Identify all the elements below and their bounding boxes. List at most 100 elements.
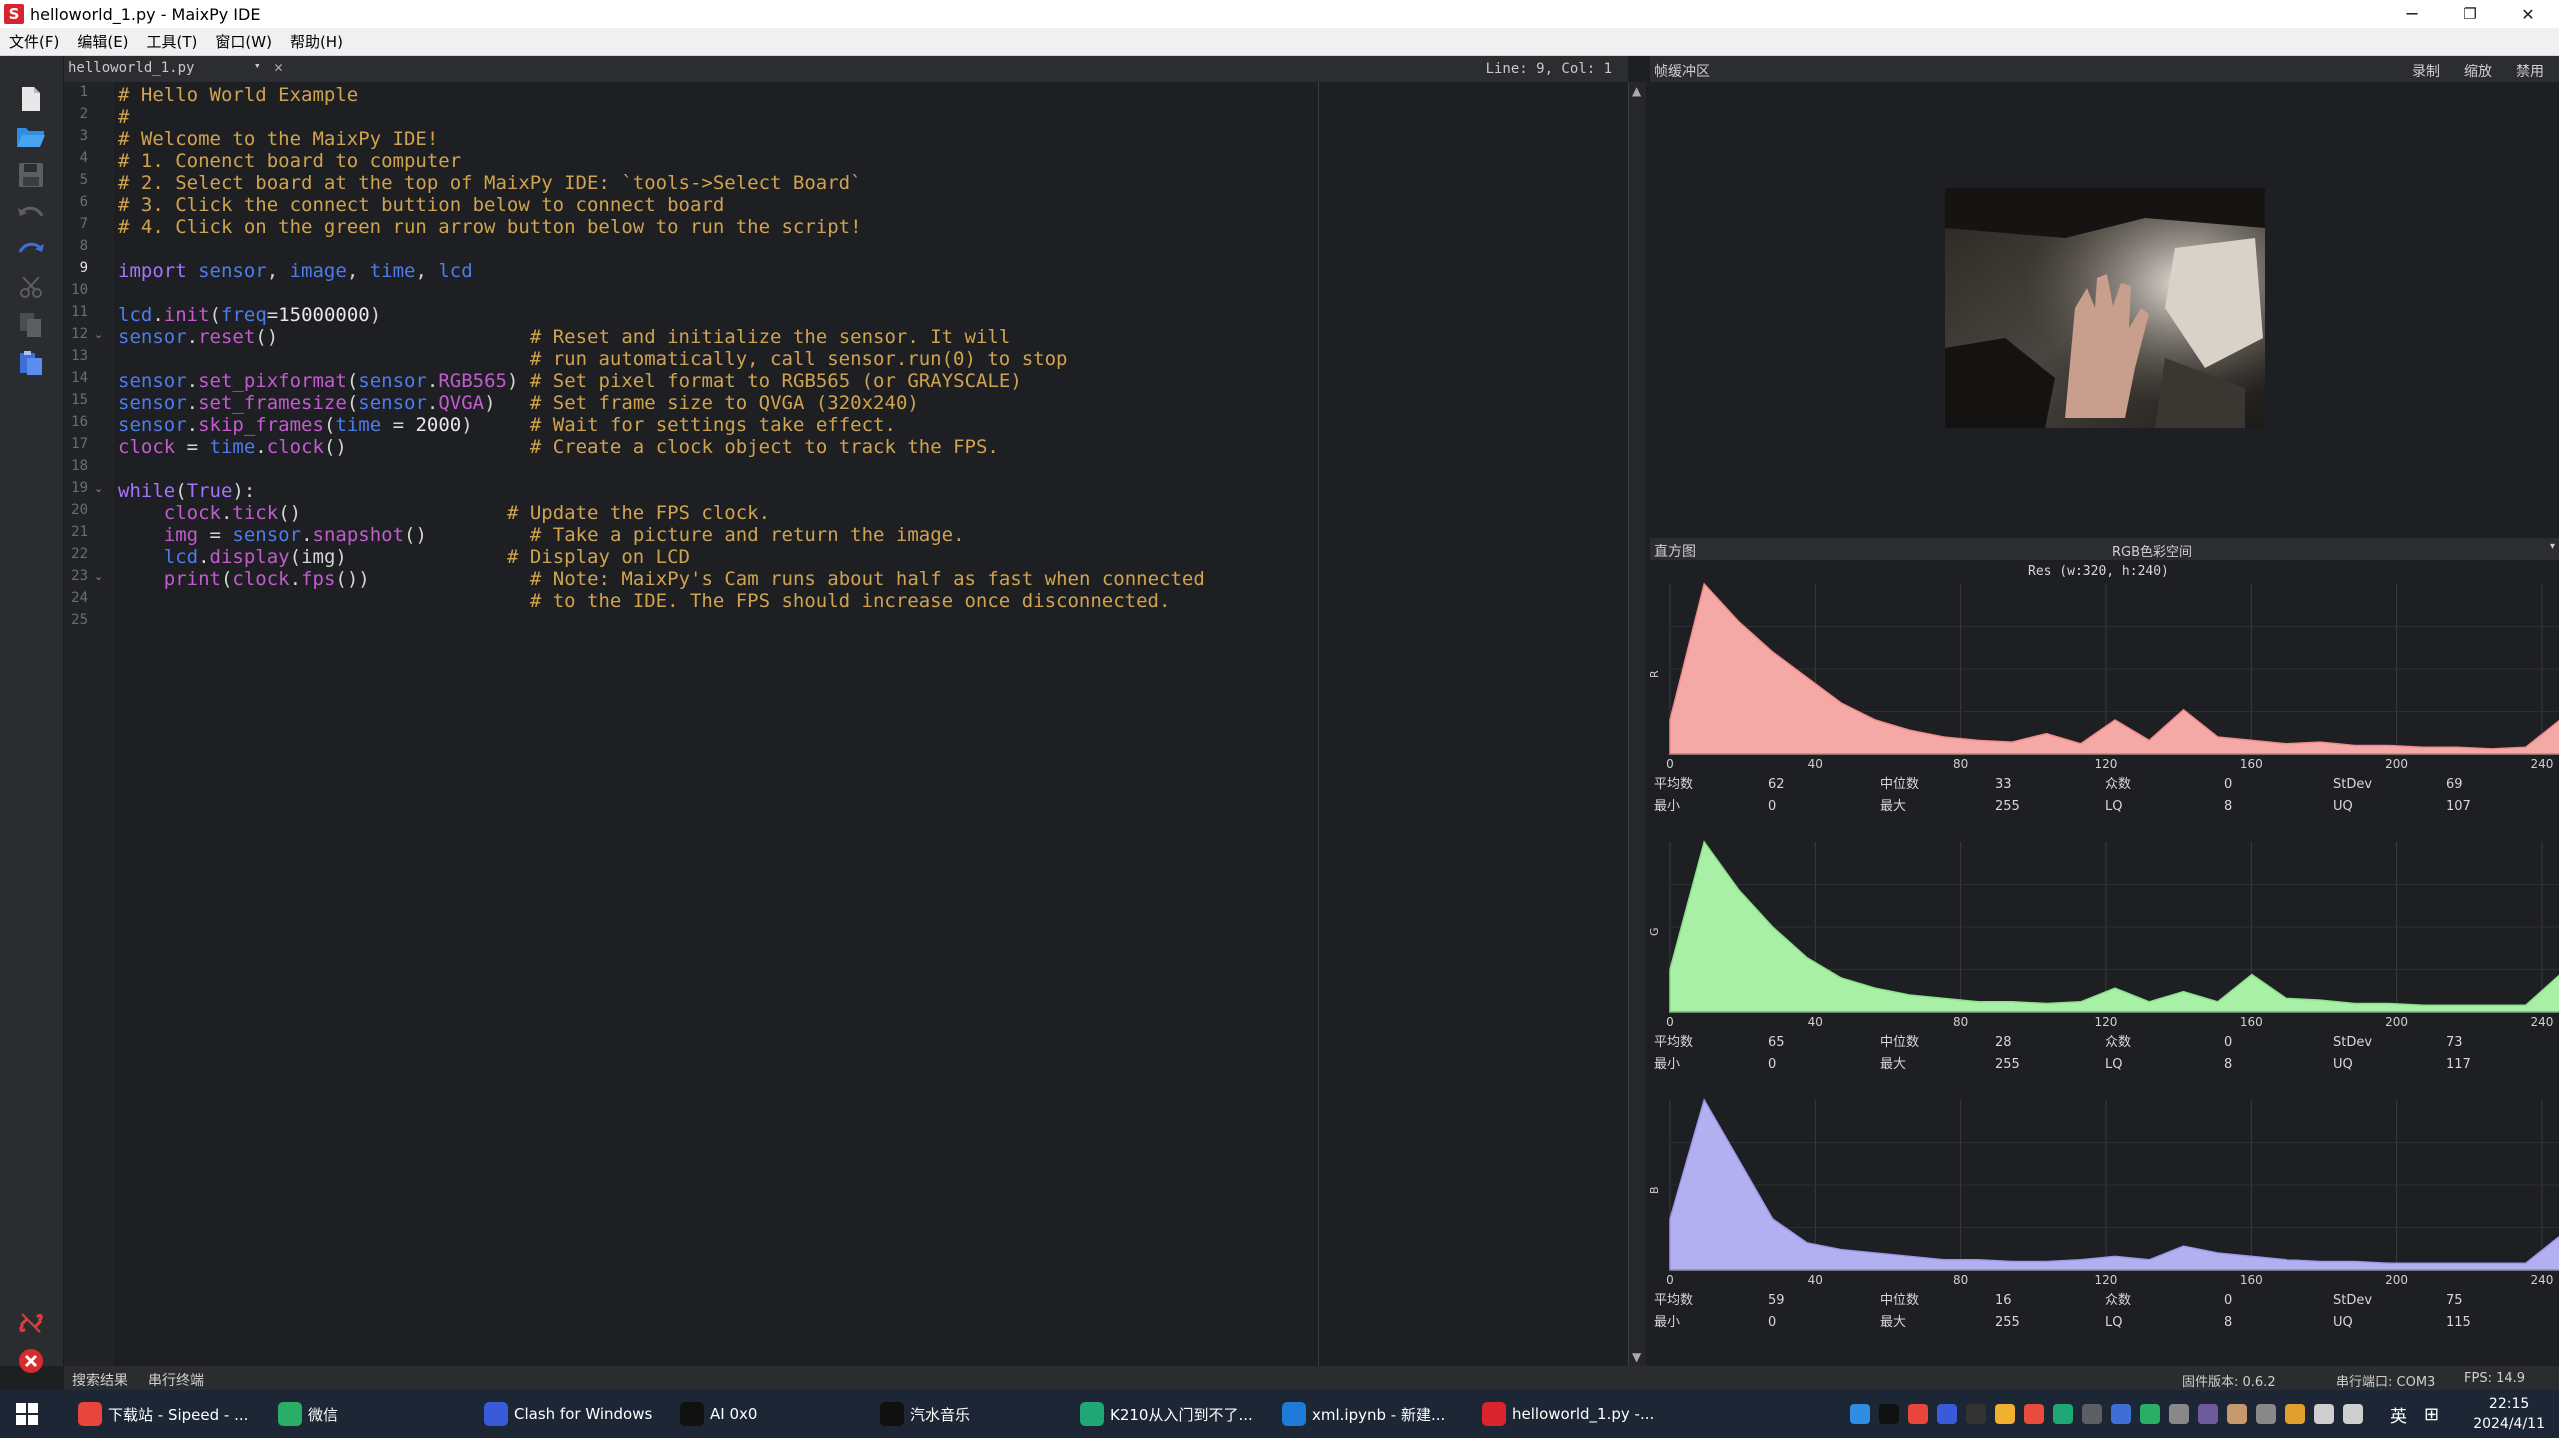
- fold-toggle-icon[interactable]: ⌄: [94, 482, 103, 495]
- taskbar-item[interactable]: 微信: [278, 1390, 338, 1438]
- tab-helloworld[interactable]: helloworld_1.py: [68, 60, 194, 76]
- undo-icon[interactable]: [14, 196, 48, 230]
- fold-toggle-icon[interactable]: ⌄: [94, 328, 103, 341]
- disable-button[interactable]: 禁用: [2516, 61, 2544, 81]
- histogram-axis-label: G: [1650, 927, 1661, 936]
- new-file-icon[interactable]: [14, 82, 48, 116]
- stat-value-uq: 115: [2446, 1315, 2471, 1330]
- line-number: 7: [79, 216, 88, 232]
- stop-icon[interactable]: [14, 1344, 48, 1378]
- window-icon[interactable]: [2082, 1404, 2102, 1424]
- code-token: display: [209, 546, 290, 568]
- wechat-tray-icon[interactable]: [2140, 1404, 2160, 1424]
- code-editor[interactable]: # Hello World Example # # Welcome to the M…: [114, 82, 1628, 1366]
- scroll-down-icon[interactable]: ▼: [1632, 1350, 1641, 1364]
- taskbar-item[interactable]: K210从入门到不了...: [1080, 1390, 1253, 1438]
- app-tray-icon[interactable]: [1966, 1404, 1986, 1424]
- cut-icon[interactable]: [14, 270, 48, 304]
- line-number-gutter: 1 2 3 4 5 6 7 8 9 10 11 12 13 14 15 16 17 18 19 20 21 22 23 24 2…: [64, 82, 114, 1366]
- code-token: fps: [301, 568, 336, 590]
- scroll-up-icon[interactable]: ▲: [1632, 84, 1641, 98]
- code-token: lcd: [438, 260, 473, 282]
- x-tick-label: 240: [2530, 757, 2553, 771]
- blue-app-icon[interactable]: [2111, 1404, 2131, 1424]
- editor-scrollbar[interactable]: ▲ ▼: [1628, 82, 1646, 1366]
- stat-value-lq: 8: [2224, 1315, 2232, 1330]
- line-number: 6: [79, 194, 88, 210]
- close-button[interactable]: ✕: [2500, 0, 2556, 28]
- line-number: 12: [71, 326, 88, 342]
- minimize-button[interactable]: ─: [2384, 0, 2440, 28]
- code-token: lcd: [163, 546, 199, 568]
- taskbar-item[interactable]: 汽水音乐: [880, 1390, 970, 1438]
- speaker-icon[interactable]: [2285, 1404, 2305, 1424]
- open-folder-icon[interactable]: [14, 120, 48, 154]
- stat-label-mode: 众数: [2105, 777, 2131, 792]
- display-icon[interactable]: [2256, 1404, 2276, 1424]
- code-token: image: [289, 260, 347, 282]
- code-line: clock.tick() # Update the FPS clock.: [118, 502, 770, 524]
- zoom-button[interactable]: 缩放: [2464, 61, 2492, 81]
- battery-icon[interactable]: [2314, 1404, 2334, 1424]
- left-toolbar: [0, 56, 64, 1373]
- stat-label-uq: UQ: [2333, 1315, 2353, 1330]
- menu-help[interactable]: 帮助(H): [281, 31, 352, 52]
- taskbar-item[interactable]: AI 0x0: [680, 1390, 757, 1438]
- clash-icon: [484, 1402, 508, 1426]
- editor-tab-bar: helloworld_1.py ▾ ✕ Line: 9, Col: 1: [64, 56, 1628, 82]
- stat-value-mode: 0: [2224, 1035, 2232, 1050]
- shield-icon[interactable]: [1995, 1404, 2015, 1424]
- firmware-version: 固件版本: 0.6.2: [2182, 1375, 2276, 1390]
- x-tick-label: 0: [1666, 1015, 1674, 1029]
- taskbar-item[interactable]: helloworld_1.py -...: [1482, 1390, 1654, 1438]
- menu-edit[interactable]: 编辑(E): [68, 31, 137, 52]
- system-clock[interactable]: 22:15 2024/4/11: [2473, 1394, 2545, 1434]
- tab-close-icon[interactable]: ✕: [274, 58, 283, 76]
- tab-dropdown-icon[interactable]: ▾: [254, 59, 261, 72]
- code-token: sensor: [232, 524, 302, 546]
- app-icon[interactable]: [2198, 1404, 2218, 1424]
- code-token: True: [186, 480, 233, 502]
- color-space-dropdown-icon[interactable]: ▾: [2550, 541, 2555, 552]
- code-line: print(clock.fps()) # Note: MaixPy's Cam …: [118, 568, 1205, 590]
- chrome-tray-icon[interactable]: [1908, 1404, 1928, 1424]
- code-token: set_pixformat: [198, 370, 347, 392]
- search-results-tab[interactable]: 搜索结果: [72, 1370, 128, 1390]
- line-number: 22: [71, 546, 88, 562]
- taskbar-item[interactable]: xml.ipynb - 新建...: [1282, 1390, 1445, 1438]
- music-tray-icon[interactable]: [1879, 1404, 1899, 1424]
- game-icon[interactable]: [2227, 1404, 2247, 1424]
- volume-icon[interactable]: [2343, 1404, 2363, 1424]
- taskbar-item[interactable]: Clash for Windows: [484, 1390, 652, 1438]
- code-token: =: [198, 524, 233, 546]
- onedrive-icon[interactable]: [1850, 1404, 1870, 1424]
- stat-label-max: 最大: [1880, 1057, 1906, 1072]
- settings-icon[interactable]: [2169, 1404, 2189, 1424]
- photos-icon[interactable]: [2024, 1404, 2044, 1424]
- menu-file[interactable]: 文件(F): [0, 31, 68, 52]
- ime-indicator[interactable]: 英: [2390, 1390, 2407, 1438]
- code-token: RGB565: [438, 370, 507, 392]
- menu-window[interactable]: 窗口(W): [206, 31, 281, 52]
- start-button[interactable]: [16, 1390, 38, 1438]
- redo-icon[interactable]: [14, 232, 48, 266]
- save-icon[interactable]: [14, 158, 48, 192]
- record-button[interactable]: 录制: [2412, 61, 2440, 81]
- paste-icon[interactable]: [14, 346, 48, 380]
- code-token: ): [461, 414, 530, 436]
- maximize-button[interactable]: ❐: [2442, 0, 2498, 28]
- code-token: time: [209, 436, 256, 458]
- copy-icon[interactable]: [14, 308, 48, 342]
- code-token: ): [507, 370, 530, 392]
- security-icon[interactable]: [1937, 1404, 1957, 1424]
- code-token: ): [484, 392, 530, 414]
- serial-terminal-tab[interactable]: 串行终端: [148, 1370, 204, 1390]
- x-tick-label: 240: [2530, 1015, 2553, 1029]
- fold-toggle-icon[interactable]: ⌄: [94, 570, 103, 583]
- edge-tray-icon[interactable]: [2053, 1404, 2073, 1424]
- color-space-select[interactable]: RGB色彩空间: [2112, 541, 2192, 560]
- keyboard-layout-icon[interactable]: ⊞: [2424, 1390, 2439, 1438]
- menu-tools[interactable]: 工具(T): [138, 31, 207, 52]
- taskbar-item[interactable]: 下载站 - Sipeed - ...: [78, 1390, 248, 1438]
- disconnect-icon[interactable]: [14, 1306, 48, 1340]
